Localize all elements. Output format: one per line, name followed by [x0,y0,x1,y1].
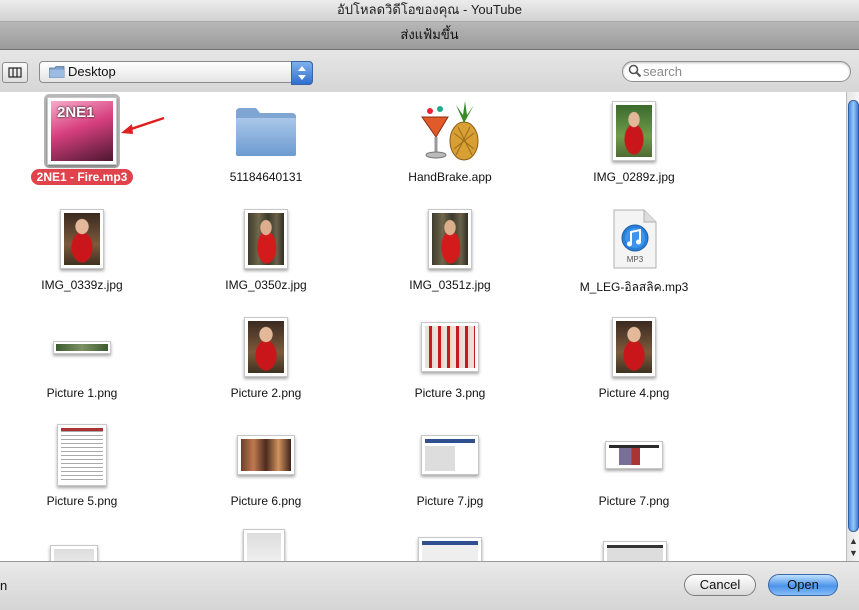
image-thumbnail-partial[interactable] [243,529,285,561]
file-name: M_LEG-อิลสลิค.mp3 [579,280,689,294]
image-thumbnail [244,317,288,377]
red-arrow-annotation-icon [121,116,165,134]
file-name: IMG_0351z.jpg [409,278,491,292]
handbrake-app-icon [421,101,479,161]
file-name: Picture 5.png [46,494,118,508]
image-thumbnail [428,209,472,269]
file-item[interactable]: Picture 4.png [542,312,726,412]
file-item[interactable]: Picture 5.png [0,420,174,520]
album-art-thumbnail: 2NE1 [47,97,117,165]
column-view-icon [8,67,22,78]
location-label: Desktop [68,64,116,79]
file-grid: 2NE1 2NE1 - Fire.mp3 51184640131 HandBra… [0,92,846,561]
file-name: 51184640131 [229,170,303,184]
open-button[interactable]: Open [768,574,838,596]
file-item[interactable]: IMG_0351z.jpg [358,204,542,304]
file-item[interactable]: Picture 1.png [0,312,174,412]
image-thumbnail [237,435,295,475]
location-popup[interactable]: Desktop [39,61,313,85]
album-art-text: 2NE1 [57,104,95,121]
file-name: IMG_0289z.jpg [593,170,675,184]
file-item[interactable]: IMG_0289z.jpg [542,96,726,196]
window-title: อัปโหลดวิดีโอของคุณ - YouTube [0,0,859,22]
file-name: IMG_0339z.jpg [41,278,123,292]
scroll-down-arrow-icon[interactable]: ▼ [847,547,859,559]
image-thumbnail [612,101,656,161]
file-name: Picture 7.png [598,494,670,508]
file-name: HandBrake.app [408,170,492,184]
image-thumbnail [60,209,104,269]
image-thumbnail-partial[interactable] [50,545,98,561]
image-thumbnail [57,424,107,486]
mp3-icon-label: MP3 [627,255,644,264]
image-thumbnail [421,322,479,372]
image-thumbnail [53,340,111,354]
file-name: Picture 3.png [414,386,486,400]
file-name: 2NE1 - Fire.mp3 [30,169,134,185]
image-thumbnail [244,209,288,269]
mp3-document-icon: MP3 [613,209,657,269]
folder-icon [236,108,296,156]
up-down-arrows-icon [298,66,306,80]
file-name: IMG_0350z.jpg [225,278,307,292]
file-name: Picture 7.jpg [416,494,484,508]
selection-highlight: 2NE1 [44,94,120,168]
image-thumbnail-partial[interactable] [603,541,667,561]
cancel-button[interactable]: Cancel [684,574,756,596]
dialog-footer: n Cancel Open [0,561,859,610]
file-item[interactable]: 2NE1 2NE1 - Fire.mp3 [0,94,174,196]
file-name: Picture 1.png [46,386,118,400]
sheet-title: ส่งแฟ้มขึ้น [0,22,859,50]
file-item[interactable]: Picture 7.jpg [358,420,542,520]
file-item[interactable]: IMG_0350z.jpg [174,204,358,304]
file-item[interactable]: MP3 M_LEG-อิลสลิค.mp3 [542,204,726,304]
file-name: Picture 4.png [598,386,670,400]
file-item[interactable]: IMG_0339z.jpg [0,204,174,304]
file-name: Picture 2.png [230,386,302,400]
file-item[interactable]: Picture 2.png [174,312,358,412]
scrollbar-thumb[interactable] [848,100,859,532]
file-item[interactable]: HandBrake.app [358,96,542,196]
file-item[interactable]: Picture 7.png [542,420,726,520]
image-thumbnail [612,317,656,377]
image-thumbnail-partial[interactable] [418,537,482,561]
column-view-button[interactable] [2,62,28,83]
popup-stepper[interactable] [291,61,313,85]
toolbar: Desktop [0,50,859,93]
image-thumbnail [605,441,663,469]
file-item[interactable]: Picture 6.png [174,420,358,520]
search-icon [628,64,642,78]
file-item[interactable]: 51184640131 [174,96,358,196]
scroll-up-arrow-icon[interactable]: ▲ [847,535,859,547]
vertical-scrollbar[interactable]: ▲ ▼ [846,92,859,561]
options-label-truncated: n [0,578,8,593]
file-name: Picture 6.png [230,494,302,508]
file-item[interactable]: Picture 3.png [358,312,542,412]
image-thumbnail [421,435,479,475]
search-input[interactable] [643,63,843,79]
folder-icon [49,66,65,78]
search-field[interactable] [622,61,851,82]
